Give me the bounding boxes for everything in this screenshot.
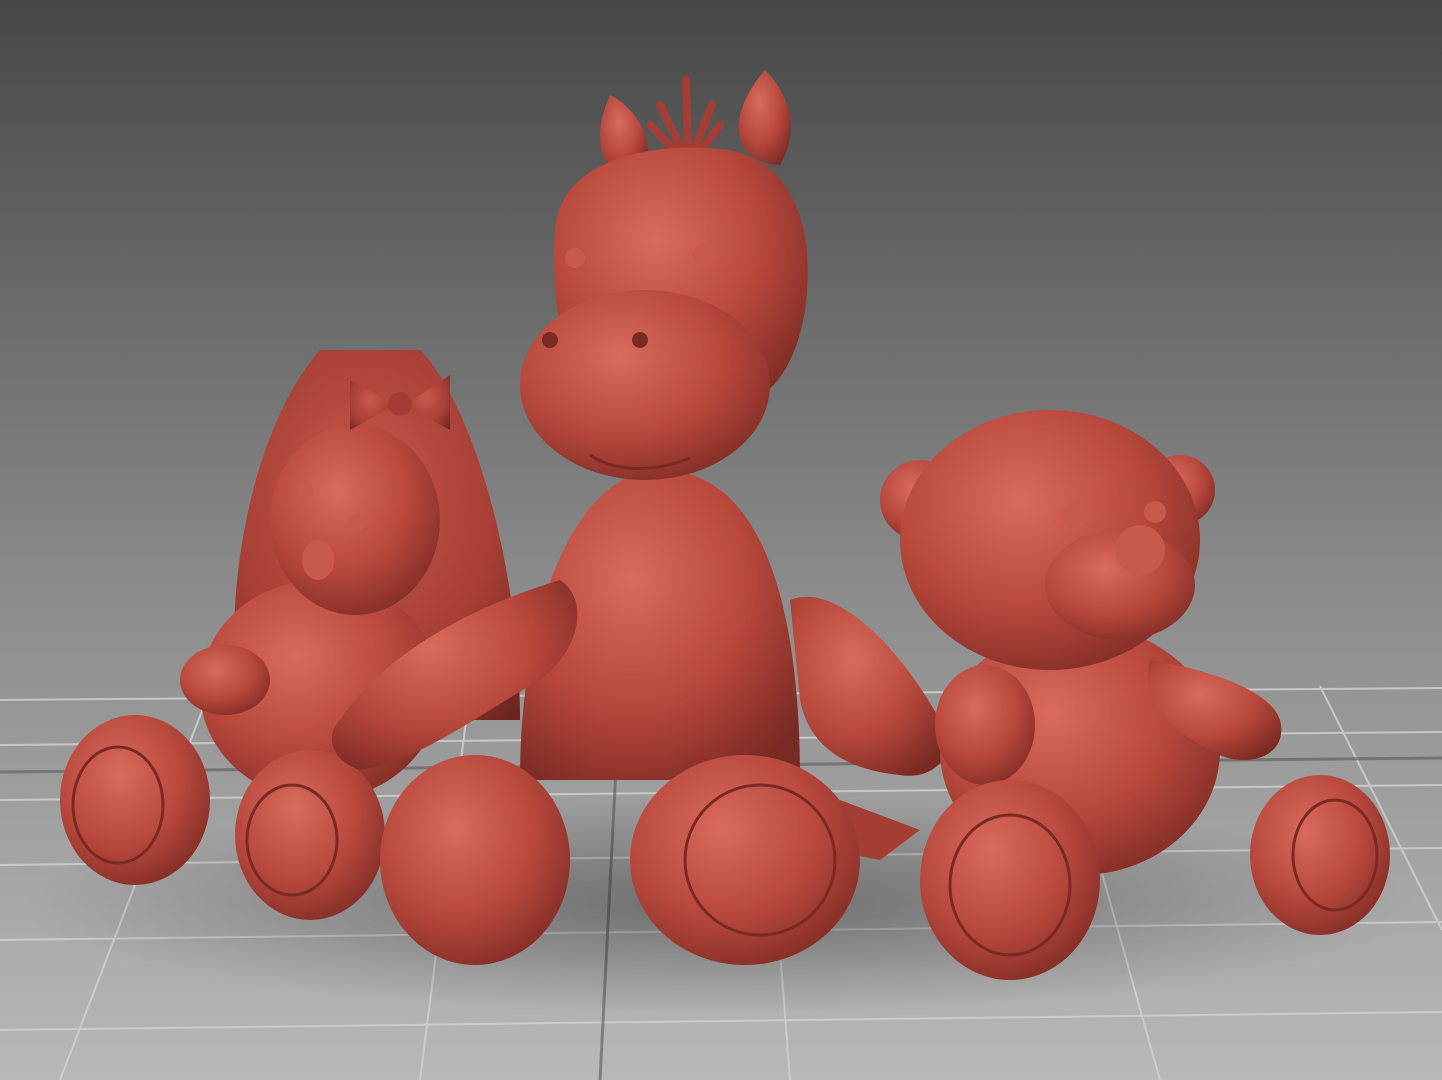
3d-viewport[interactable] xyxy=(0,0,1442,1080)
viewport-render xyxy=(0,0,1442,1080)
